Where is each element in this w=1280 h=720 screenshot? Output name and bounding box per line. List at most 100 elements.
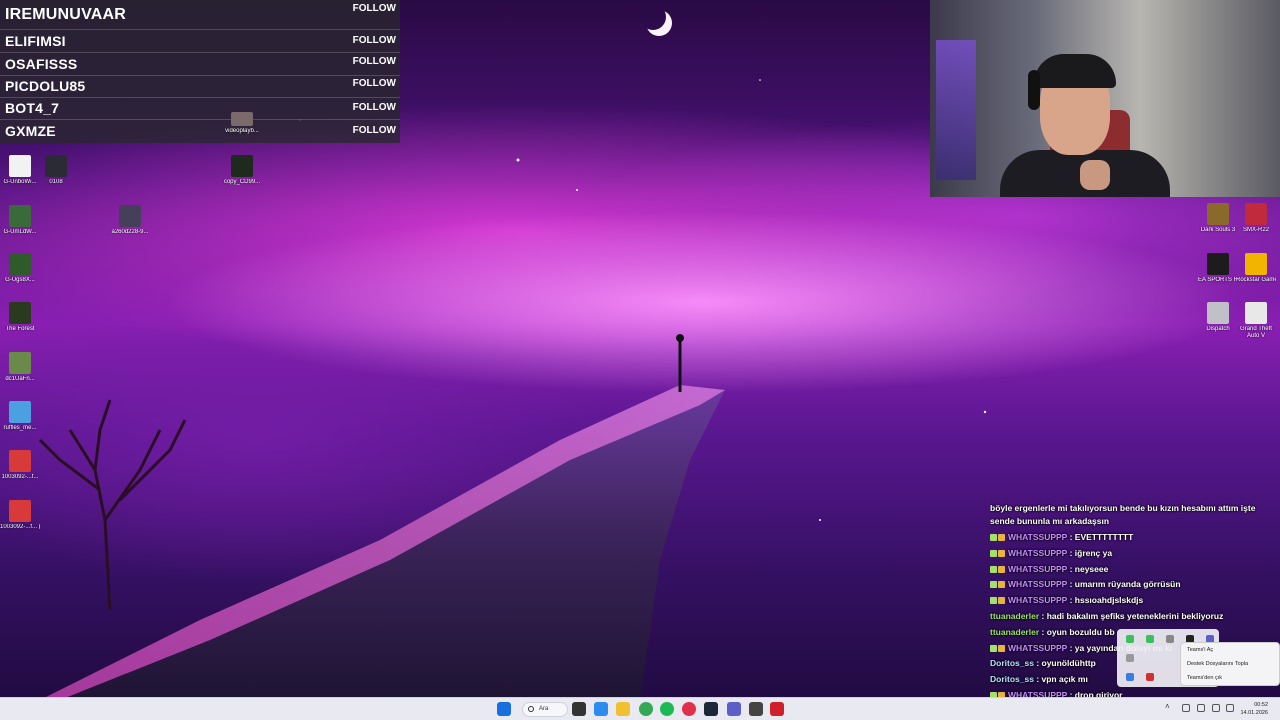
desktop-icon[interactable]: Dark Souls 3 (1198, 203, 1238, 234)
webcam-shelf (936, 40, 976, 180)
follower-name: BOT4_7 (5, 100, 60, 116)
chat-message-text: : oyun bozuldu bb (1041, 626, 1115, 637)
desktop-icon[interactable]: The Forest (0, 302, 40, 333)
desktop-icon[interactable]: Rockstar Games ... (1236, 253, 1276, 284)
desktop-icon-label: 1003092-...f... (1) (0, 524, 40, 530)
chat-message: WHATSSUPPP : hssıoahdjslskdjs (990, 593, 1270, 609)
desktop-icon[interactable]: 0108 (36, 155, 76, 186)
app-icon[interactable] (770, 702, 784, 716)
menu-item-quit-teams[interactable]: Teams'den çık (1181, 671, 1279, 685)
chat-message-text: : umarım rüyanda görrüsün (1069, 579, 1181, 590)
follow-label: FOLLOW (352, 78, 396, 89)
chat-message-text: böyle ergenlerle mi takılıyorsun bende b… (990, 503, 1256, 526)
subscriber-badge-icon (990, 534, 997, 541)
desktop-icon[interactable]: ruffles_me... (0, 401, 40, 432)
search-icon (528, 706, 534, 712)
desktop-icon[interactable]: EA SPORTS FC™ 26 (1198, 253, 1238, 284)
folder-icon[interactable] (616, 702, 630, 716)
chat-username: WHATSSUPPP (1008, 547, 1068, 558)
clock[interactable]: 00:52 14.01.2026 (1240, 701, 1268, 717)
desktop-icon[interactable]: 1003092-...f... (1) (0, 500, 40, 531)
search-label: Ara (539, 706, 549, 712)
desktop-icon-label: Dispatch (1206, 326, 1230, 332)
chat-message-text: : hadi bakalım şefiks yeteneklerini bekl… (1041, 610, 1224, 621)
video-file-icon (45, 155, 67, 177)
app-tray-icon[interactable] (1197, 704, 1205, 712)
desktop-icon[interactable]: Grand Theft Auto V (1236, 302, 1276, 340)
desktop-icon[interactable]: G-UmLdW... (0, 205, 40, 236)
subscriber-badge-icon (990, 597, 997, 605)
steam-icon[interactable] (704, 702, 718, 716)
desktop-icon[interactable]: 1003092-...f... (0, 450, 40, 481)
headset-icon (1028, 70, 1040, 110)
chevron-up-icon[interactable]: ˄ (1165, 702, 1173, 711)
image-file-icon (119, 205, 141, 227)
desktop-icon[interactable]: Dispatch (1198, 302, 1238, 333)
game-shortcut-icon (1245, 302, 1267, 324)
app-tray-icon[interactable] (1166, 635, 1174, 643)
app-icon[interactable] (749, 702, 763, 716)
subscriber-badge-icon (990, 644, 997, 652)
follow-label: FOLLOW (352, 3, 396, 14)
desktop-icon[interactable]: a260d228-9... (110, 205, 150, 236)
recent-followers-overlay: IREMUNUVAAR FOLLOW ELIFIMSI FOLLOW OSAFI… (0, 0, 400, 143)
follower-name: PICDOLU85 (5, 78, 86, 94)
teams-icon[interactable] (727, 702, 741, 716)
desktop-icon[interactable]: videoplayb... (222, 112, 262, 135)
desktop-icon[interactable]: G-Ugs8X... (0, 253, 40, 284)
image-file-icon (9, 401, 31, 423)
chat-username: ttuanaderler (990, 610, 1040, 621)
task-view-icon[interactable] (572, 702, 586, 716)
start-icon[interactable] (497, 702, 511, 716)
desktop-icon-label: 1003092-...f... (1, 474, 39, 480)
chat-username: ttuanaderler (990, 626, 1040, 637)
chrome-icon[interactable] (639, 702, 653, 716)
chat-message: WHATSSUPPP : neyseee (990, 562, 1270, 578)
chat-username: WHATSSUPPP (1008, 563, 1068, 574)
menu-item-collect-support-files[interactable]: Destek Dosyalarını Topla (1181, 657, 1279, 671)
chat-username: WHATSSUPPP (1008, 595, 1068, 606)
crown-badge-icon (998, 597, 1005, 605)
search-input[interactable]: Ara (522, 702, 568, 717)
moon-icon (640, 4, 666, 30)
follower-name: GXMZE (5, 123, 56, 139)
volume-icon[interactable] (1226, 704, 1234, 712)
teams-context-menu: Teams'i Aç Destek Dosyalarını Topla Team… (1180, 642, 1280, 686)
desktop-icon-label: copy_CD99... (223, 179, 261, 185)
follow-label: FOLLOW (352, 125, 396, 136)
image-file-icon (9, 450, 31, 472)
follow-label: FOLLOW (352, 56, 396, 67)
chat-message-text: : hssıoahdjslskdjs (1069, 595, 1144, 606)
desktop-icon-label: videoplayb... (225, 128, 259, 134)
app-tray-icon[interactable] (1126, 673, 1134, 681)
crown-badge-icon (998, 581, 1005, 589)
app-tray-icon[interactable] (1126, 635, 1134, 643)
desktop-icon[interactable]: dc1UaFn... (0, 352, 40, 383)
app-tray-icon[interactable] (1146, 673, 1154, 681)
app-tray-icon[interactable] (1146, 635, 1154, 643)
desktop-icon-label: SMX-R22 (1242, 227, 1269, 233)
video-file-icon (231, 112, 253, 126)
network-icon[interactable] (1182, 704, 1190, 712)
game-shortcut-icon (1207, 302, 1229, 324)
desktop-icon[interactable]: copy_CD99... (222, 155, 262, 186)
spotify-icon[interactable] (660, 702, 674, 716)
edge-icon[interactable] (594, 702, 608, 716)
game-shortcut-icon (1207, 253, 1229, 275)
chat-username: Doritos_ss (990, 658, 1034, 669)
chat-message: WHATSSUPPP : EVETTTTTTTT (990, 530, 1270, 546)
opera-icon[interactable] (682, 702, 696, 716)
desktop-icon[interactable]: G-UnboWi... (0, 155, 40, 186)
menu-item-open-teams[interactable]: Teams'i Aç (1181, 643, 1279, 657)
subscriber-badge-icon (990, 549, 997, 557)
chat-message: WHATSSUPPP : iğrenç ya (990, 546, 1270, 562)
image-file-icon (9, 205, 31, 227)
monitor-icon[interactable] (1212, 704, 1220, 712)
crown-badge-icon (998, 644, 1005, 652)
game-shortcut-icon (9, 302, 31, 324)
follower-row: ELIFIMSI FOLLOW (0, 31, 400, 53)
chat-message-text: : iğrenç ya (1069, 547, 1113, 558)
desktop-icon-label: 0108 (49, 179, 63, 185)
desktop-icon[interactable]: SMX-R22 (1236, 203, 1276, 234)
app-tray-icon[interactable] (1126, 654, 1134, 662)
